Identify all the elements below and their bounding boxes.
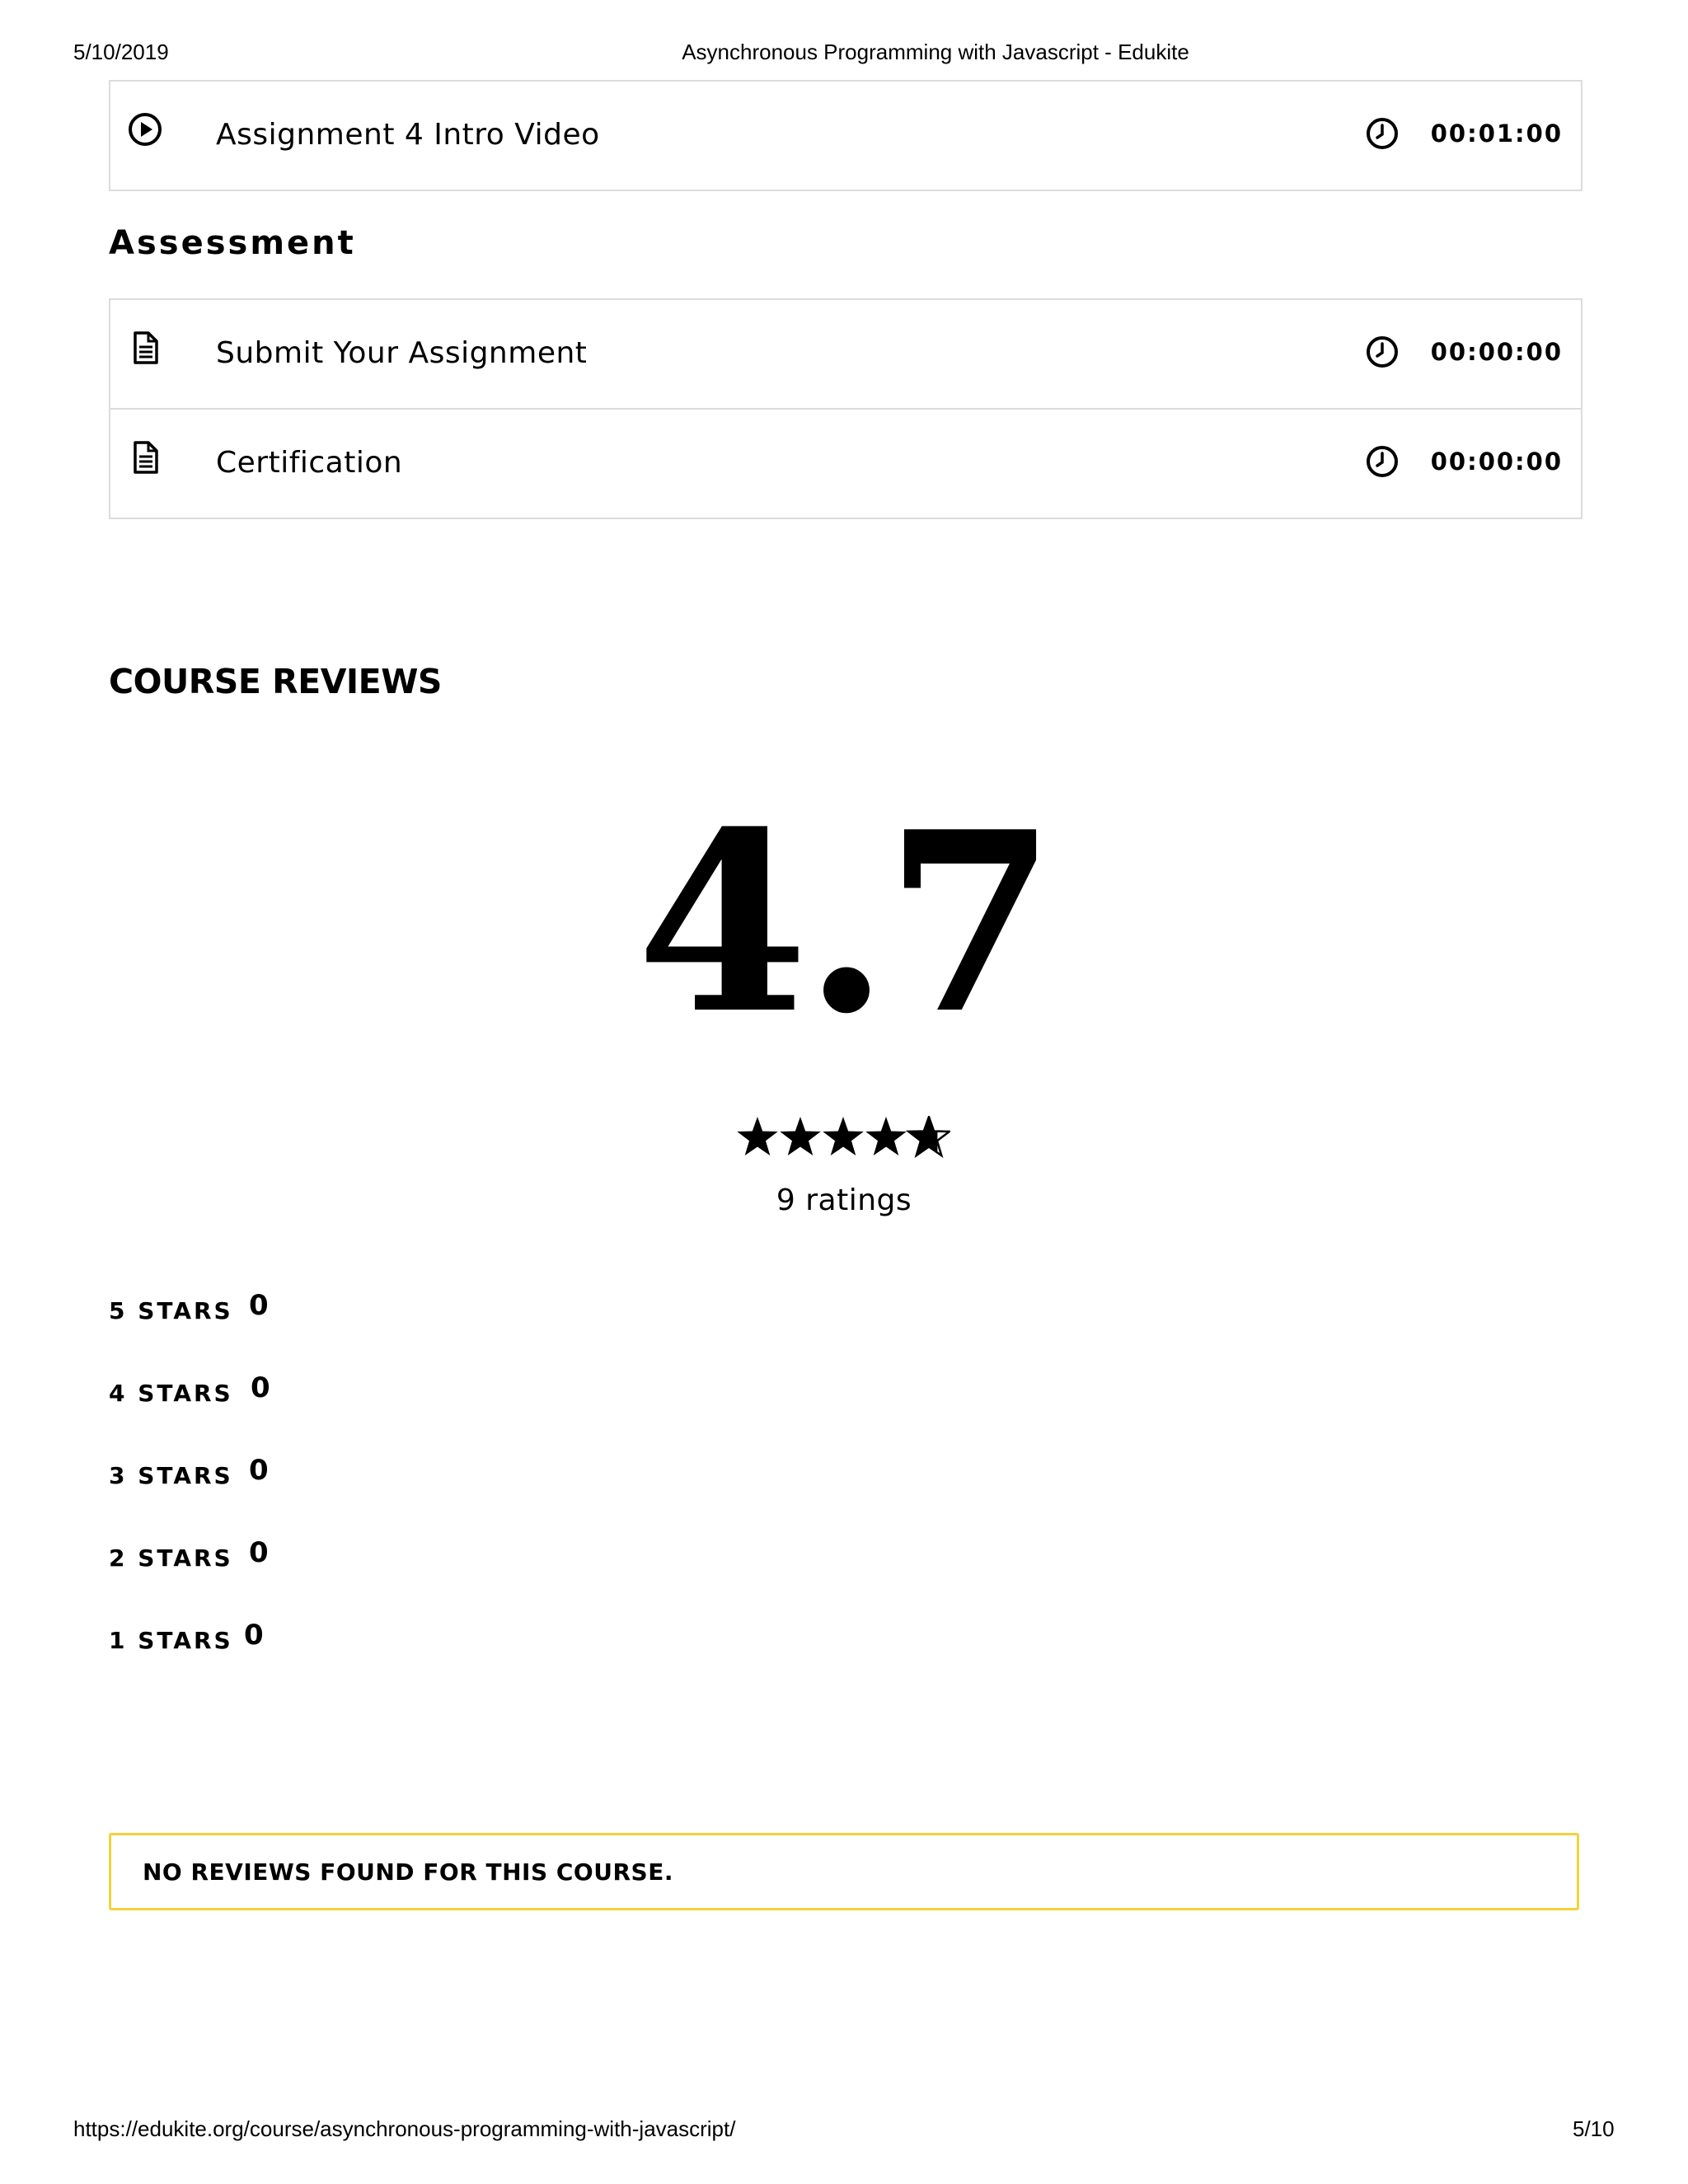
lesson-list: Assignment 4 Intro Video 00:01:00: [109, 80, 1582, 191]
no-reviews-notice: NO REVIEWS FOUND FOR THIS COURSE.: [109, 1833, 1579, 1910]
star-full-icon: [823, 1117, 864, 1156]
print-page-number: 5/10: [1573, 2116, 1615, 2141]
breakdown-count: 0: [249, 1454, 269, 1487]
section-heading-assessment: Assessment: [109, 224, 356, 262]
lesson-row[interactable]: Assignment 4 Intro Video 00:01:00: [110, 82, 1581, 191]
lesson-row[interactable]: Submit Your Assignment 00:00:00: [110, 300, 1581, 410]
breakdown-count: 0: [249, 1536, 269, 1569]
lesson-duration: 00:00:00: [1430, 448, 1563, 476]
play-circle-icon: [129, 113, 162, 146]
breakdown-label: 1 STARS: [109, 1627, 233, 1654]
course-reviews-title: COURSE REVIEWS: [109, 662, 442, 701]
lesson-duration: 00:00:00: [1430, 338, 1563, 366]
breakdown-label: 2 STARS: [109, 1544, 233, 1572]
star-full-icon: [865, 1117, 907, 1156]
lesson-title: Certification: [216, 446, 403, 480]
star-rating: [737, 1116, 950, 1159]
document-icon: [134, 331, 158, 364]
breakdown-count: 0: [251, 1371, 270, 1404]
breakdown-count: 0: [249, 1289, 269, 1322]
clock-icon: [1367, 118, 1398, 149]
star-full-icon: [780, 1117, 821, 1156]
breakdown-label: 5 STARS: [109, 1297, 233, 1324]
lesson-row[interactable]: Certification 00:00:00: [110, 410, 1581, 519]
breakdown-label: 3 STARS: [109, 1462, 233, 1489]
lesson-duration: 00:01:00: [1430, 120, 1563, 148]
star-full-icon: [737, 1117, 778, 1156]
print-url: https://edukite.org/course/asynchronous-…: [73, 2116, 736, 2141]
no-reviews-message: NO REVIEWS FOUND FOR THIS COURSE.: [143, 1858, 673, 1886]
document-icon: [134, 441, 158, 474]
print-page-title: Asynchronous Programming with Javascript…: [682, 40, 1189, 64]
lesson-title: Submit Your Assignment: [216, 336, 588, 370]
ratings-count: 9 ratings: [776, 1183, 912, 1217]
average-rating: 4.7: [636, 777, 1057, 1068]
lesson-title: Assignment 4 Intro Video: [216, 118, 600, 152]
breakdown-count: 0: [244, 1619, 264, 1652]
clock-icon: [1367, 336, 1398, 368]
breakdown-label: 4 STARS: [109, 1380, 233, 1407]
assessment-list: Submit Your Assignment 00:00:00 Certific…: [109, 298, 1582, 519]
clock-icon: [1367, 446, 1398, 477]
